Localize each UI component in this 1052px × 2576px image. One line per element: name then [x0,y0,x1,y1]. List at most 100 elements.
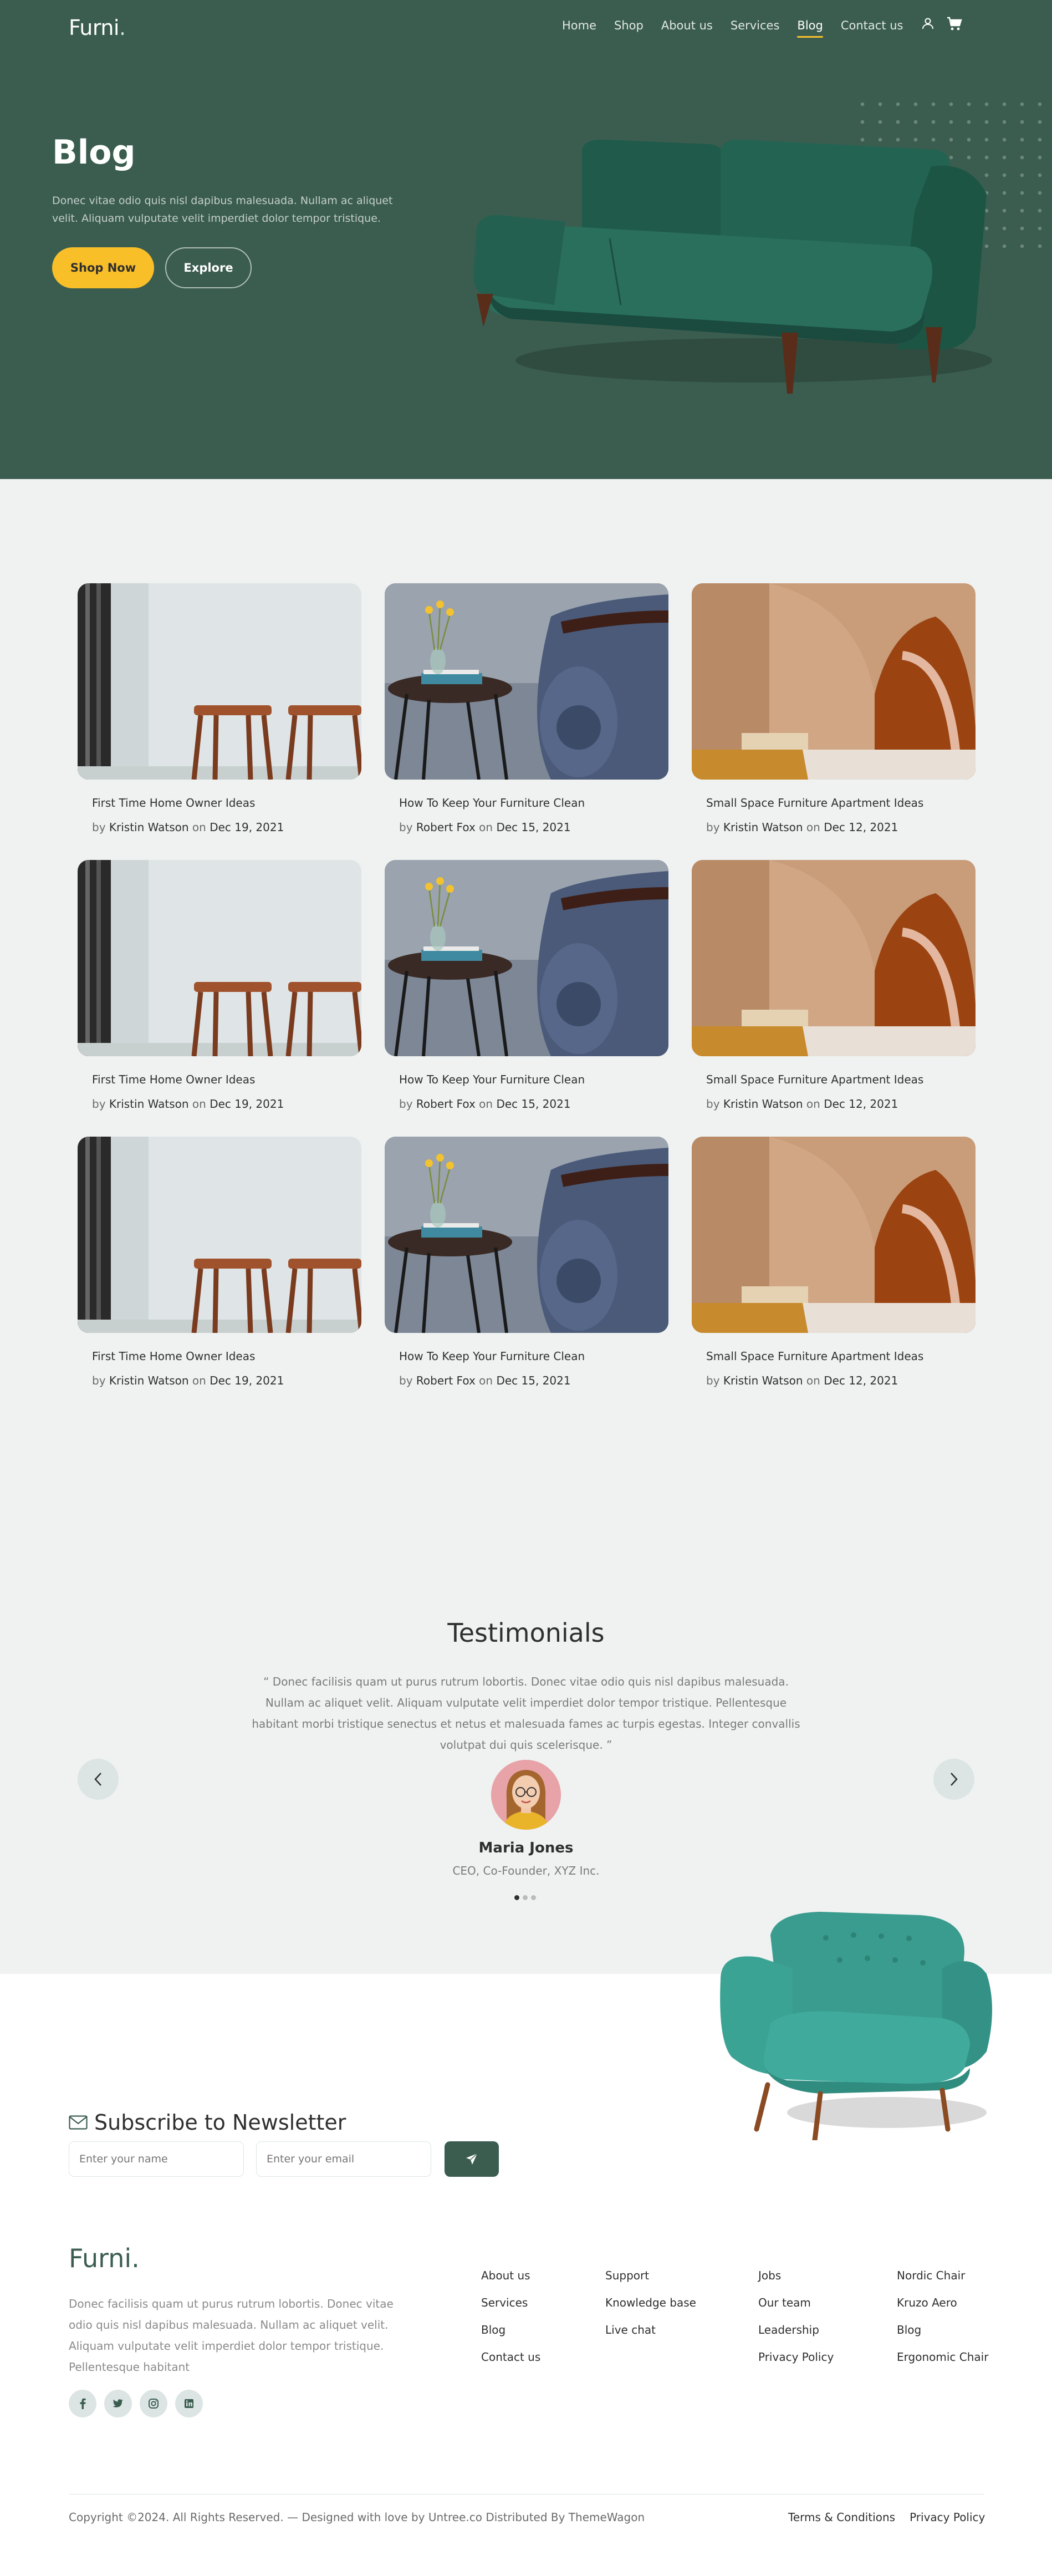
post-meta: by Kristin Watson on Dec 19, 2021 [92,1097,284,1111]
post-date: Dec 12, 2021 [824,1374,898,1387]
post-author[interactable]: Kristin Watson [109,1374,189,1387]
carousel-dot[interactable] [523,1895,528,1900]
post-title[interactable]: How To Keep Your Furniture Clean [399,1350,585,1363]
explore-button[interactable]: Explore [165,247,252,288]
post-author[interactable]: Robert Fox [416,1097,476,1111]
blog-post-card[interactable]: How To Keep Your Furniture Clean by Robe… [385,583,668,834]
hero-section: Furni. Home Shop About us Services Blog … [0,0,1052,479]
cart-icon[interactable] [947,17,962,31]
post-title[interactable]: First Time Home Owner Ideas [92,796,255,810]
post-author[interactable]: Robert Fox [416,1374,476,1387]
footer-link-support[interactable]: Support [605,2269,696,2296]
post-thumbnail-stools[interactable] [78,1137,361,1333]
post-date: Dec 19, 2021 [210,1097,284,1111]
terms-link[interactable]: Terms & Conditions [788,2511,895,2524]
facebook-icon[interactable] [69,2390,96,2417]
post-thumbnail-stools[interactable] [78,583,361,780]
nav-contact[interactable]: Contact us [841,19,903,32]
sofa-image [473,139,992,394]
post-thumbnail-table[interactable] [385,860,668,1056]
blog-post-card[interactable]: First Time Home Owner Ideas by Kristin W… [78,860,361,1111]
footer-link-leadership[interactable]: Leadership [758,2323,834,2350]
post-author[interactable]: Kristin Watson [723,1097,803,1111]
post-title[interactable]: How To Keep Your Furniture Clean [399,796,585,810]
blog-post-card[interactable]: First Time Home Owner Ideas by Kristin W… [78,1137,361,1387]
footer-link-contact[interactable]: Contact us [481,2350,540,2378]
nav-shop[interactable]: Shop [614,19,644,32]
footer-about-text: Donec facilisis quam ut purus rutrum lob… [69,2297,394,2374]
post-author[interactable]: Kristin Watson [109,1097,189,1111]
footer-logo[interactable]: Furni. [69,2243,140,2273]
next-testimonial-button[interactable] [933,1759,974,1800]
footer-link-kruzo-aero[interactable]: Kruzo Aero [897,2296,988,2323]
newsletter-email-input[interactable] [256,2141,431,2177]
newsletter-name-input[interactable] [69,2141,244,2177]
post-thumbnail-stools[interactable] [78,860,361,1056]
footer-link-knowledge-base[interactable]: Knowledge base [605,2296,696,2323]
post-title[interactable]: Small Space Furniture Apartment Ideas [706,1073,923,1086]
post-title[interactable]: How To Keep Your Furniture Clean [399,1073,585,1086]
footer-links-col-2: Support Knowledge base Live chat [605,2269,696,2350]
blog-post-card[interactable]: How To Keep Your Furniture Clean by Robe… [385,860,668,1111]
footer-link-ergonomic-chair[interactable]: Ergonomic Chair [897,2350,988,2378]
nav-home[interactable]: Home [562,19,596,32]
hero-subtitle: Donec vitae odio quis nisl dapibus males… [52,195,393,225]
carousel-dots [514,1895,536,1900]
blog-post-card[interactable]: Small Space Furniture Apartment Ideas by… [692,1137,976,1387]
post-date: Dec 12, 2021 [824,821,898,834]
post-meta: by Kristin Watson on Dec 12, 2021 [706,1374,898,1387]
post-thumbnail-table[interactable] [385,583,668,780]
nav-blog[interactable]: Blog [797,19,824,38]
nav-about[interactable]: About us [661,19,713,32]
footer-link-blog-2[interactable]: Blog [897,2323,988,2350]
carousel-dot[interactable] [514,1895,519,1900]
footer-link-about[interactable]: About us [481,2269,540,2296]
footer-link-jobs[interactable]: Jobs [758,2269,834,2296]
footer-link-services[interactable]: Services [481,2296,540,2323]
footer-links-col-3: Jobs Our team Leadership Privacy Policy [758,2269,834,2378]
post-author[interactable]: Robert Fox [416,821,476,834]
post-thumbnail-interior[interactable] [692,1137,976,1333]
post-author[interactable]: Kristin Watson [723,821,803,834]
post-title[interactable]: First Time Home Owner Ideas [92,1073,255,1086]
privacy-link[interactable]: Privacy Policy [910,2511,985,2524]
post-author[interactable]: Kristin Watson [109,821,189,834]
nav-services[interactable]: Services [731,19,780,32]
post-title[interactable]: First Time Home Owner Ideas [92,1350,255,1363]
avatar [491,1760,561,1830]
footer-link-blog[interactable]: Blog [481,2323,540,2350]
blog-post-card[interactable]: Small Space Furniture Apartment Ideas by… [692,583,976,834]
footer-link-privacy-policy[interactable]: Privacy Policy [758,2350,834,2378]
post-date: Dec 12, 2021 [824,1097,898,1111]
shop-now-button[interactable]: Shop Now [52,247,154,288]
footer-link-our-team[interactable]: Our team [758,2296,834,2323]
site-logo[interactable]: Furni. [69,16,126,40]
blog-post-card[interactable]: First Time Home Owner Ideas by Kristin W… [78,583,361,834]
blog-post-card[interactable]: Small Space Furniture Apartment Ideas by… [692,860,976,1111]
user-icon[interactable] [921,17,934,31]
carousel-dot[interactable] [531,1895,536,1900]
testimonial-author-role: CEO, Co-Founder, XYZ Inc. [452,1864,600,1877]
footer-link-live-chat[interactable]: Live chat [605,2323,696,2350]
newsletter-submit-button[interactable] [445,2141,499,2177]
post-meta: by Robert Fox on Dec 15, 2021 [399,1097,571,1111]
post-meta: by Kristin Watson on Dec 19, 2021 [92,1374,284,1387]
post-title[interactable]: Small Space Furniture Apartment Ideas [706,1350,923,1363]
chevron-left-icon [94,1773,101,1786]
newsletter-heading: Subscribe to Newsletter [69,2110,346,2135]
linkedin-icon[interactable] [175,2390,203,2417]
post-title[interactable]: Small Space Furniture Apartment Ideas [706,796,923,810]
post-meta: by Kristin Watson on Dec 12, 2021 [706,1097,898,1111]
prev-testimonial-button[interactable] [78,1759,119,1800]
post-thumbnail-interior[interactable] [692,583,976,780]
post-thumbnail-table[interactable] [385,1137,668,1333]
instagram-icon[interactable] [140,2390,167,2417]
twitter-icon[interactable] [104,2390,132,2417]
blog-post-card[interactable]: How To Keep Your Furniture Clean by Robe… [385,1137,668,1387]
post-author[interactable]: Kristin Watson [723,1374,803,1387]
paper-plane-icon [466,2153,478,2165]
chevron-right-icon [951,1773,958,1786]
footer-link-nordic-chair[interactable]: Nordic Chair [897,2269,988,2296]
post-thumbnail-interior[interactable] [692,860,976,1056]
post-date: Dec 19, 2021 [210,821,284,834]
